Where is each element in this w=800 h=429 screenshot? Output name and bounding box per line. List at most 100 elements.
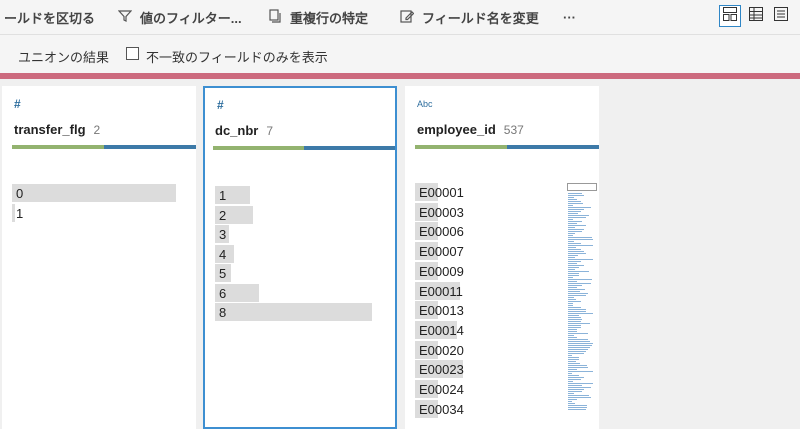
field-name[interactable]: dc_nbr 7: [215, 123, 273, 138]
value-label: E00009: [419, 263, 464, 279]
overview-line: [568, 271, 589, 272]
field-name[interactable]: employee_id 537: [417, 122, 524, 137]
value-row[interactable]: E00034: [415, 399, 565, 418]
string-type-icon[interactable]: Abc: [417, 99, 433, 109]
card-view-button[interactable]: [719, 5, 741, 27]
value-row[interactable]: 4: [215, 244, 389, 263]
field-card-dc-nbr[interactable]: # dc_nbr 7 1 2 3 4 5 6 8: [203, 86, 397, 429]
value-row[interactable]: E00007: [415, 242, 565, 261]
overview-line: [568, 219, 573, 220]
detail-view-button[interactable]: [770, 5, 792, 27]
overview-line: [568, 307, 581, 308]
value-row[interactable]: E00023: [415, 360, 565, 379]
value-label: 3: [219, 227, 227, 242]
mismatch-fields-label[interactable]: 不一致のフィールドのみを表示: [146, 47, 328, 66]
overview-line: [568, 211, 581, 212]
overview-line: [568, 201, 581, 202]
duplicate-icon: [268, 8, 282, 26]
overview-line: [568, 347, 590, 348]
distinct-count: 7: [266, 124, 274, 138]
value-row[interactable]: 1: [215, 186, 389, 204]
field-name[interactable]: transfer_flg 2: [14, 122, 100, 137]
rename-icon: [400, 9, 415, 26]
value-row[interactable]: E00006: [415, 222, 565, 241]
overview-line: [568, 301, 581, 302]
value-row[interactable]: E00011: [415, 281, 565, 300]
value-row[interactable]: 1: [12, 204, 186, 222]
value-row[interactable]: E00003: [415, 202, 565, 221]
overview-line: [568, 237, 592, 238]
distinct-count: 2: [93, 123, 101, 137]
more-options-button[interactable]: ···: [563, 0, 576, 34]
overview-line: [568, 243, 581, 244]
overview-line: [568, 241, 574, 242]
value-row[interactable]: 8: [215, 303, 389, 321]
overview-line: [568, 229, 584, 230]
overview-line: [568, 375, 579, 376]
mismatch-fields-checkbox[interactable]: [126, 47, 139, 60]
overview-line: [568, 273, 579, 274]
split-field-button[interactable]: ールドを区切る: [4, 0, 95, 34]
value-label: E00014: [419, 322, 464, 338]
overview-line: [568, 253, 586, 254]
value-label: 2: [219, 207, 227, 223]
value-label: 5: [219, 266, 227, 281]
distinct-count: 537: [503, 123, 524, 137]
value-frequency-bar: [12, 204, 16, 222]
overview-line: [568, 351, 586, 352]
value-overview-scrollbar[interactable]: [567, 183, 599, 413]
overview-line: [568, 331, 577, 332]
overview-line: [568, 209, 584, 210]
overview-line: [568, 269, 575, 270]
value-label: E00006: [419, 224, 464, 240]
union-color-bar: [0, 73, 800, 79]
overview-line: [568, 401, 572, 402]
value-row[interactable]: E00024: [415, 380, 565, 398]
overview-line: [568, 277, 573, 278]
overview-line: [568, 203, 583, 204]
overview-line: [568, 335, 574, 336]
overview-line: [568, 195, 584, 196]
overview-line: [568, 221, 582, 222]
overview-line: [568, 327, 581, 328]
overview-line: [568, 379, 581, 380]
overview-line: [568, 365, 587, 366]
list-view-button[interactable]: [745, 5, 767, 27]
overview-line: [568, 361, 576, 362]
overview-line: [568, 359, 579, 360]
rename-field-button[interactable]: フィールド名を変更: [400, 0, 539, 34]
value-row[interactable]: E00014: [415, 320, 565, 339]
filter-icon: [117, 9, 133, 26]
toolbar: ールドを区切る 値のフィルター... 重複行の特定 フィールド名を変更 ···: [0, 0, 800, 35]
overview-line: [568, 389, 584, 390]
quality-bar: [415, 145, 599, 149]
value-row[interactable]: 0: [12, 184, 186, 202]
filter-values-button[interactable]: 値のフィルター...: [117, 0, 242, 34]
overview-line: [568, 257, 575, 258]
number-type-icon[interactable]: #: [217, 98, 224, 112]
overview-line: [568, 391, 582, 392]
value-row[interactable]: 5: [215, 264, 389, 282]
value-row[interactable]: E00013: [415, 301, 565, 320]
overview-line: [568, 393, 574, 394]
value-row[interactable]: 2: [215, 205, 389, 224]
value-row[interactable]: 3: [215, 225, 389, 243]
overview-line: [568, 299, 576, 300]
value-row[interactable]: 6: [215, 283, 389, 302]
value-label: E00034: [419, 401, 464, 417]
value-row[interactable]: E00020: [415, 340, 565, 359]
overview-line: [568, 291, 580, 292]
field-card-transfer-flg[interactable]: # transfer_flg 2 0 1: [2, 86, 196, 429]
overview-viewport[interactable]: [567, 183, 597, 191]
overview-line: [568, 395, 589, 396]
overview-line: [568, 261, 581, 262]
value-label: 4: [219, 246, 227, 262]
number-type-icon[interactable]: #: [14, 97, 21, 111]
overview-line: [568, 275, 579, 276]
identify-duplicates-button[interactable]: 重複行の特定: [268, 0, 368, 34]
overview-line: [568, 287, 577, 288]
overview-line: [568, 325, 581, 326]
value-row[interactable]: E00001: [415, 183, 565, 201]
value-row[interactable]: E00009: [415, 261, 565, 280]
overview-line: [568, 345, 592, 346]
